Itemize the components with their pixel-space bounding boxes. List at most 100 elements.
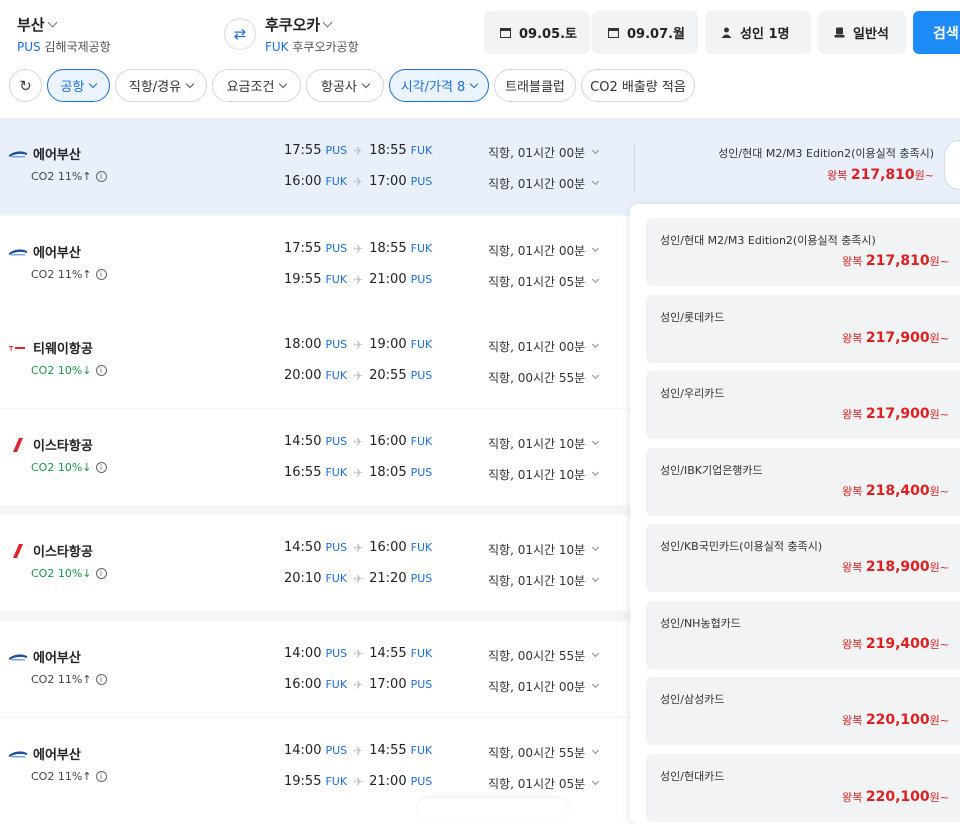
dep-time: 19:55 (284, 774, 322, 789)
filter-co2[interactable]: CO2 배출량 적음 (581, 69, 695, 102)
duration-dropdown[interactable]: 직항, 00시간 55분 (488, 647, 600, 664)
plane-icon: ✈ (353, 241, 364, 256)
return-leg: 16:55 FUK ✈ 18:05 PUS (284, 465, 432, 480)
filter-fare-conditions[interactable]: 요금조건 (212, 69, 301, 102)
arr-airport-code: FUK (410, 435, 433, 448)
price-plan: 성인/우리카드 (660, 387, 725, 400)
divider (634, 144, 635, 194)
dep-airport-code: PUS (325, 144, 348, 157)
co2-label: CO2 10%↓ (31, 364, 92, 377)
dep-time: 17:55 (284, 143, 322, 158)
collapse-toggle[interactable] (944, 140, 960, 190)
chevron-down-icon (185, 79, 195, 88)
outbound-leg: 14:50 PUS ✈ 16:00 FUK (284, 434, 432, 449)
origin-selector[interactable]: 부산 PUS 김해국제공항 (17, 14, 111, 55)
price-option-card[interactable]: 성인/KB국민카드(이용실적 충족시) 왕복 218,900원~ (646, 524, 960, 592)
duration-dropdown[interactable]: 직항, 01시간 00분 (488, 175, 600, 192)
co2-indicator: CO2 10%↓ i (31, 461, 107, 474)
duration-dropdown[interactable]: 직항, 01시간 00분 (488, 338, 600, 355)
duration-dropdown[interactable]: 직항, 00시간 55분 (488, 744, 600, 761)
info-icon[interactable]: i (95, 171, 107, 182)
flight-row[interactable]: 에어부산 CO2 11%↑ i 17:55 PUS ✈ 18:55 FUK 직항, … (0, 118, 960, 214)
duration-dropdown[interactable]: 직항, 00시간 55분 (488, 369, 600, 386)
arr-airport-code: FUK (410, 338, 433, 351)
price-option-card[interactable]: 성인/우리카드 왕복 217,900원~ (646, 371, 960, 439)
duration-dropdown[interactable]: 직항, 01시간 10분 (488, 572, 600, 589)
arr-time: 18:55 (369, 241, 407, 256)
passengers-field[interactable]: 성인 1명 (705, 11, 811, 54)
swap-icon[interactable]: ⇄ (224, 18, 256, 50)
search-button[interactable]: 검색 (913, 11, 960, 54)
arr-time: 21:00 (369, 774, 407, 789)
duration-dropdown[interactable]: 직항, 01시간 00분 (488, 242, 600, 259)
filter-airport[interactable]: 공항 (47, 69, 110, 102)
price-option-card[interactable]: 성인/현대 M2/M3 Edition2(이용실적 충족시) 왕복 217,81… (646, 218, 960, 286)
info-icon[interactable]: i (95, 568, 107, 579)
airline: T 티웨이항공 (9, 338, 93, 357)
duration-dropdown[interactable]: 직항, 01시간 10분 (488, 466, 600, 483)
price-option-card[interactable]: 성인/롯데카드 왕복 217,900원~ (646, 295, 960, 363)
price-prefix: 왕복 (842, 638, 863, 651)
duration-dropdown[interactable]: 직항, 01시간 10분 (488, 541, 600, 558)
return-date-field[interactable]: 09.07.월 (592, 11, 698, 54)
floating-pill[interactable] (418, 798, 568, 818)
duration-dropdown[interactable]: 직항, 01시간 05분 (488, 775, 600, 792)
info-icon[interactable]: i (95, 269, 107, 280)
price-option-card[interactable]: 성인/삼성카드 왕복 220,100원~ (646, 677, 960, 745)
co2-label: CO2 11%↑ (31, 268, 92, 281)
chevron-down-icon (592, 574, 600, 583)
return-leg: 19:55 FUK ✈ 21:00 PUS (284, 774, 432, 789)
arr-airport-code: PUS (410, 273, 433, 286)
destination-selector[interactable]: 후쿠오카 FUK 후쿠오카공항 (265, 14, 359, 55)
price-prefix: 왕복 (842, 332, 863, 345)
airbusan-logo-icon (9, 750, 27, 757)
dep-time: 14:00 (284, 646, 322, 661)
duration-dropdown[interactable]: 직항, 01시간 00분 (488, 678, 600, 695)
info-icon[interactable]: i (95, 365, 107, 376)
arr-time: 20:55 (369, 368, 407, 383)
refresh-icon[interactable]: ↻ (9, 69, 42, 102)
depart-date-field[interactable]: 09.05.토 (484, 11, 590, 54)
dep-airport-code: FUK (325, 273, 348, 286)
info-icon[interactable]: i (95, 771, 107, 782)
price-prefix: 왕복 (842, 561, 863, 574)
outbound-leg: 14:00 PUS ✈ 14:55 FUK (284, 743, 432, 758)
chevron-down-icon (592, 680, 600, 689)
airbusan-logo-icon (9, 248, 27, 255)
calendar-icon (500, 28, 511, 38)
co2-indicator: CO2 11%↑ i (31, 170, 107, 183)
filter-bar: ↻ 공항 직항/경유 요금조건 항공사 시각/가격 8 트래블클럽 CO2 배출… (0, 68, 960, 104)
price-suffix: 원~ (914, 169, 934, 182)
duration-dropdown[interactable]: 직항, 01시간 10분 (488, 435, 600, 452)
price-plan: 성인/현대 M2/M3 Edition2(이용실적 충족시) (718, 147, 934, 160)
price-amount: 217,810 (850, 167, 915, 183)
duration-dropdown[interactable]: 직항, 01시간 05분 (488, 273, 600, 290)
info-icon[interactable]: i (95, 462, 107, 473)
duration-dropdown[interactable]: 직항, 01시간 00분 (488, 144, 600, 161)
price-plan: 성인/KB국민카드(이용실적 충족시) (660, 540, 823, 553)
best-price[interactable]: 성인/현대 M2/M3 Edition2(이용실적 충족시) 왕복 217,81… (718, 145, 934, 183)
filter-airline[interactable]: 항공사 (306, 69, 384, 102)
airline-name: 이스타항공 (33, 439, 93, 454)
price-amount: 220,100 (865, 789, 930, 805)
arr-time: 21:20 (369, 571, 407, 586)
filter-label: 공항 (60, 80, 85, 95)
arr-airport-code: PUS (410, 466, 433, 479)
dep-airport-code: FUK (325, 175, 348, 188)
price-suffix: 원~ (929, 485, 949, 498)
dep-airport-code: FUK (325, 466, 348, 479)
filter-stops[interactable]: 직항/경유 (115, 69, 207, 102)
dep-airport-code: PUS (325, 744, 348, 757)
price-plan: 성인/IBK기업은행카드 (660, 464, 763, 477)
calendar-icon (608, 28, 619, 38)
filter-time-price[interactable]: 시각/가격 8 (389, 69, 489, 102)
price-option-card[interactable]: 성인/IBK기업은행카드 왕복 218,400원~ (646, 448, 960, 516)
filter-travel-club[interactable]: 트래블클럽 (494, 69, 576, 102)
price-option-card[interactable]: 성인/NH농협카드 왕복 219,400원~ (646, 601, 960, 669)
return-leg: 19:55 FUK ✈ 21:00 PUS (284, 272, 432, 287)
airbusan-logo-icon (9, 653, 27, 660)
cabin-field[interactable]: 일반석 (818, 11, 906, 54)
price-plan: 성인/롯데카드 (660, 311, 725, 324)
arr-time: 17:00 (369, 174, 407, 189)
info-icon[interactable]: i (95, 674, 107, 685)
